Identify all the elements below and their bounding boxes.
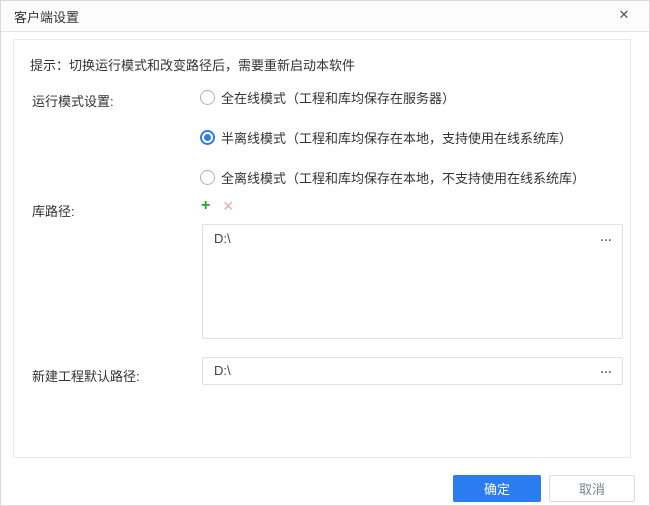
library-path-toolbar: + ✕ <box>201 198 234 214</box>
default-project-path-input[interactable]: D:\ … <box>202 357 623 385</box>
browse-ellipsis-button[interactable]: … <box>600 358 613 384</box>
radio-option-label: 半离线模式（工程和库均保存在本地，支持使用在线系统库） <box>221 128 572 147</box>
restart-hint-text: 提示：切换运行模式和改变路径后，需要重新启动本软件 <box>30 55 355 74</box>
content-panel: 提示：切换运行模式和改变路径后，需要重新启动本软件 运行模式设置: 全在线模式（… <box>13 39 631 458</box>
radio-option-label: 全离线模式（工程和库均保存在本地，不支持使用在线系统库） <box>221 168 585 187</box>
ok-button[interactable]: 确定 <box>453 475 541 502</box>
default-project-path-value: D:\ <box>214 358 231 384</box>
radio-icon[interactable] <box>200 130 215 145</box>
radio-icon[interactable] <box>200 170 215 185</box>
radio-icon[interactable] <box>200 90 215 105</box>
browse-ellipsis-button[interactable]: … <box>600 225 613 253</box>
radio-option-label: 全在线模式（工程和库均保存在服务器） <box>221 88 455 107</box>
run-mode-label: 运行模式设置: <box>32 91 114 110</box>
cancel-button[interactable]: 取消 <box>549 475 635 502</box>
radio-option-full-offline[interactable]: 全离线模式（工程和库均保存在本地，不支持使用在线系统库） <box>200 168 585 187</box>
radio-option-semi-offline[interactable]: 半离线模式（工程和库均保存在本地，支持使用在线系统库） <box>200 128 572 147</box>
add-path-icon[interactable]: + <box>201 198 210 214</box>
library-path-list-item[interactable]: D:\ … <box>203 225 622 253</box>
client-settings-dialog: 客户端设置 ✕ 提示：切换运行模式和改变路径后，需要重新启动本软件 运行模式设置… <box>0 0 650 506</box>
library-path-list[interactable]: D:\ … <box>202 224 623 339</box>
close-icon[interactable]: ✕ <box>616 8 632 24</box>
delete-path-icon[interactable]: ✕ <box>222 199 234 213</box>
dialog-title: 客户端设置 <box>14 7 79 26</box>
library-path-value: D:\ <box>214 231 231 246</box>
library-path-label: 库路径: <box>32 201 75 220</box>
default-project-path-label: 新建工程默认路径: <box>32 366 140 385</box>
radio-option-full-online[interactable]: 全在线模式（工程和库均保存在服务器） <box>200 88 455 107</box>
title-bar: 客户端设置 ✕ <box>1 1 649 32</box>
